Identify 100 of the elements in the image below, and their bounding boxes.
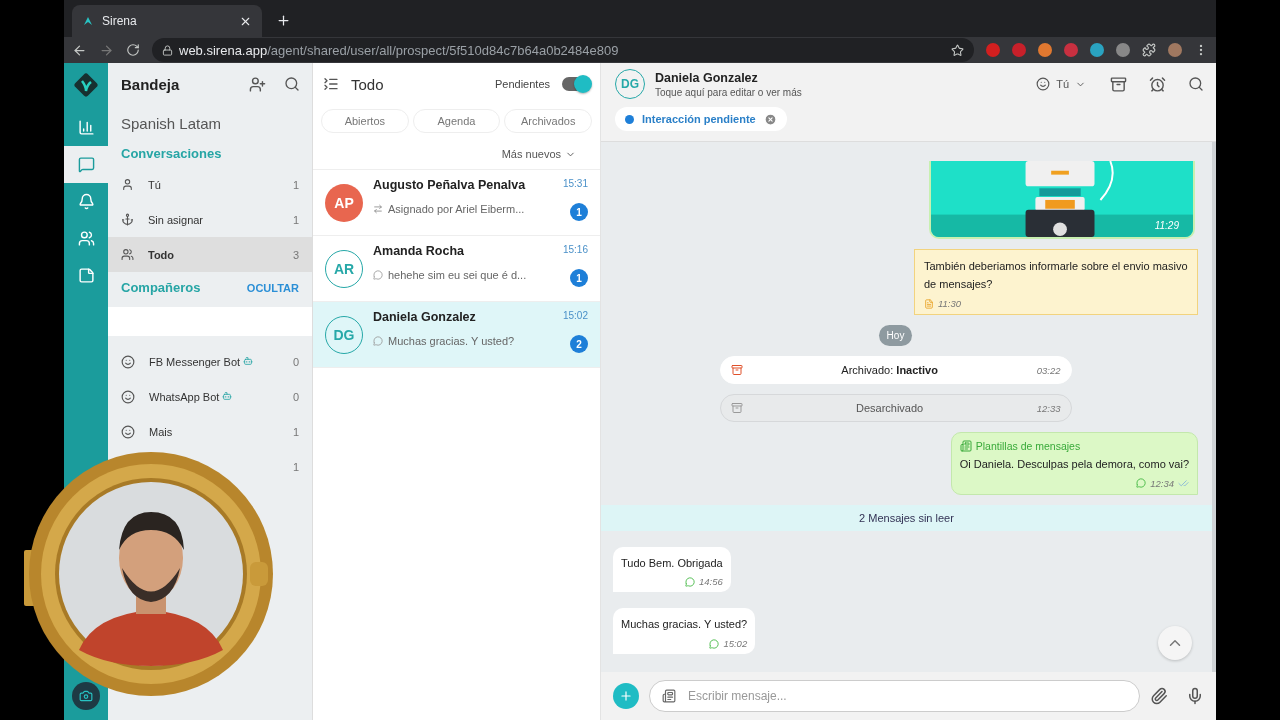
whatsapp-icon <box>709 638 720 649</box>
message-text: Tudo Bem. Obrigada <box>621 555 723 571</box>
message-text: También deberiamos informarle sobre el envio masivo de mensajes? <box>924 259 1188 292</box>
remove-tag-icon[interactable] <box>763 112 777 126</box>
whatsapp-icon <box>373 336 383 346</box>
person-icon <box>121 178 134 191</box>
conversation-time: 15:16 <box>562 244 588 257</box>
team-icon <box>77 230 95 247</box>
assignee-dropdown[interactable]: Tú <box>1030 76 1092 92</box>
filter-tab[interactable]: Abiertos <box>321 109 409 133</box>
message-text: Oi Daniela. Desculpas pela demora, como vai? <box>959 457 1189 473</box>
whatsapp-icon <box>373 270 383 280</box>
profile-avatar[interactable] <box>1168 43 1182 57</box>
reload-icon[interactable] <box>126 43 140 57</box>
date-separator: Hoy <box>878 325 913 347</box>
pending-toggle[interactable] <box>562 77 590 91</box>
message-preview: Asignado por Ariel Eiberm... <box>388 203 526 215</box>
unread-count: 1 <box>570 269 588 287</box>
teammate-count: 1 <box>292 460 299 473</box>
teammate-search-field[interactable] <box>108 307 312 336</box>
message-time: 14:56 <box>698 576 723 588</box>
tag-label: Interacción pendiente <box>642 113 756 125</box>
add-user-button[interactable] <box>249 75 266 93</box>
microphone-button[interactable] <box>1186 687 1204 705</box>
contact-name: Augusto Peñalva Penalva <box>373 178 526 192</box>
teammate-name[interactable]: WhatsApp Bot <box>149 390 220 403</box>
status-dot <box>625 114 634 124</box>
read-ticks-icon <box>1178 477 1189 489</box>
extension-icon[interactable] <box>1038 43 1052 57</box>
contact-subtitle: Toque aquí para editar o ver más <box>655 86 803 98</box>
teammate-name[interactable]: Mais <box>149 425 173 438</box>
note-icon <box>77 267 95 284</box>
message-preview: hehehe sim eu sei que é d... <box>388 269 528 281</box>
event-text: Archivado: Inactivo <box>840 364 939 377</box>
attach-button[interactable] <box>1150 687 1168 705</box>
toggle-label: Pendientes <box>494 78 550 90</box>
teammate-count: 0 <box>292 355 299 368</box>
extension-icon[interactable] <box>1090 43 1104 57</box>
sort-dropdown[interactable]: Más nuevos <box>495 147 582 161</box>
unread-count: 2 <box>570 335 588 353</box>
filter-tab[interactable]: Archivados <box>504 109 592 133</box>
contact-name[interactable]: Daniela Gonzalez <box>655 70 1021 85</box>
contact-name: Daniela Gonzalez <box>373 310 476 324</box>
chart-icon <box>77 119 95 136</box>
search-button[interactable] <box>1188 76 1204 92</box>
list-title: Todo <box>351 75 385 93</box>
filter-tab[interactable]: Agenda <box>412 109 501 133</box>
archive-icon <box>730 402 743 415</box>
lock-icon <box>162 44 173 56</box>
message-time: 11:30 <box>938 298 962 310</box>
template-icon <box>959 440 972 453</box>
transfer-icon <box>373 204 383 214</box>
event-text: Desarchivado <box>854 402 925 415</box>
back-icon[interactable] <box>72 42 87 58</box>
teammate-count: 0 <box>292 390 299 403</box>
conversation-item[interactable]: DG Daniela Gonzalez 15:02 Muchas gracias. Y usted? 2 <box>313 302 600 368</box>
bookmark-star-icon[interactable] <box>951 43 964 57</box>
inbox-title: Bandeja <box>121 75 181 93</box>
message-time: 15:02 <box>723 638 748 649</box>
template-label: Plantillas de mensajes <box>975 440 1081 453</box>
avatar-icon <box>121 389 135 404</box>
section-heading: Compañeros <box>121 280 201 295</box>
conversation-time: 15:02 <box>562 310 588 323</box>
search-button[interactable] <box>284 76 300 92</box>
archive-button[interactable] <box>1110 75 1127 93</box>
camera-icon <box>79 689 93 703</box>
favicon-icon <box>82 15 94 27</box>
hook-icon <box>121 213 134 226</box>
message-time: 12:34 <box>1150 477 1174 489</box>
message-time: 11:29 <box>1154 220 1179 232</box>
unread-text: 2 Mensajes sin leer <box>859 511 954 524</box>
whatsapp-icon <box>684 576 695 587</box>
event-time: 12:33 <box>1036 402 1061 414</box>
reminder-button[interactable] <box>1149 75 1166 93</box>
whatsapp-icon <box>1136 478 1147 489</box>
avatar-icon <box>1036 77 1051 91</box>
nav-button[interactable] <box>64 146 108 183</box>
filter-item[interactable]: Sin asignar 1 <box>108 202 312 237</box>
section-heading: Conversaciones <box>121 146 222 161</box>
filter-item[interactable]: Todo 3 <box>108 237 312 272</box>
template-icon[interactable] <box>662 689 676 703</box>
conversation-time: 15:31 <box>562 178 588 191</box>
contact-avatar: AP <box>325 183 363 222</box>
chat-icon <box>77 156 95 173</box>
help-button[interactable] <box>72 682 100 710</box>
address-bar[interactable]: web.sirena.app/agent/shared/user/all/prospect/5f510d84c7b64a0b2484e809 <box>152 38 974 62</box>
extensions-icon[interactable] <box>1142 43 1156 57</box>
bell-icon <box>77 193 95 210</box>
event-time: 03:22 <box>1036 364 1061 376</box>
new-tab-icon[interactable] <box>276 13 291 28</box>
note-icon <box>924 298 934 309</box>
message-box[interactable]: Escribir mensaje... <box>649 680 1140 712</box>
collapse-button[interactable] <box>323 76 339 92</box>
filter-item[interactable]: Tú 1 <box>108 167 312 202</box>
browser-tab[interactable]: Sirena <box>72 5 262 37</box>
teammate-name[interactable]: FB Messenger Bot <box>149 355 241 368</box>
forward-icon[interactable] <box>99 42 114 58</box>
url-text: web.sirena.app/agent/shared/user/all/prospect/5f510d84c7b64a0b2484e809 <box>179 42 619 58</box>
contact-name: Amanda Rocha <box>373 244 464 258</box>
extension-icon[interactable] <box>1116 43 1130 57</box>
